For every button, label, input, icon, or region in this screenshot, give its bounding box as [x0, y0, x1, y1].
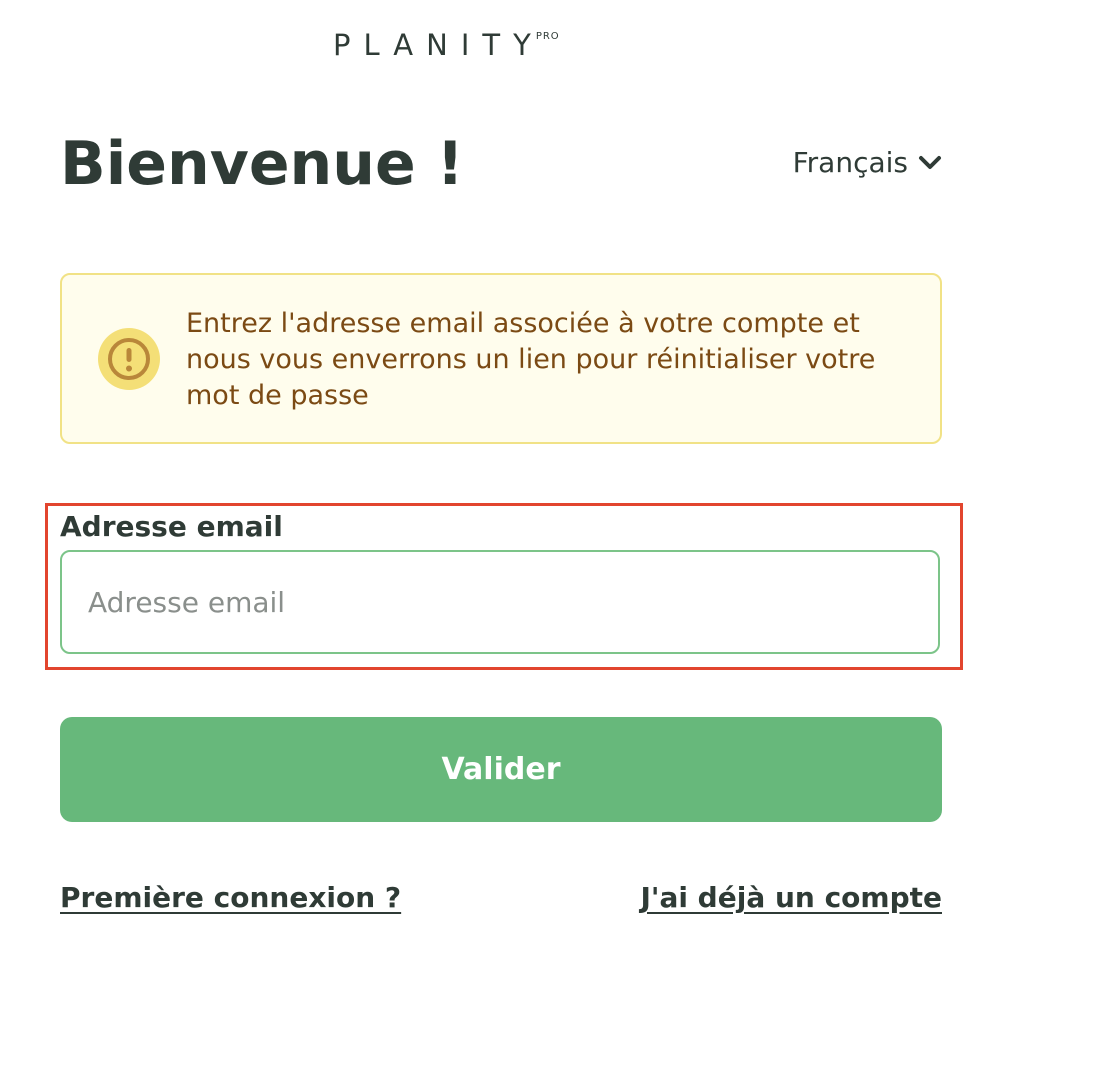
language-label: Français — [792, 146, 908, 179]
info-notice: Entrez l'adresse email associée à votre … — [60, 273, 942, 444]
page-title: Bienvenue ! — [60, 129, 464, 199]
submit-button[interactable]: Valider — [60, 717, 942, 822]
logo-pro-badge: PRO — [535, 31, 560, 42]
notice-text: Entrez l'adresse email associée à votre … — [186, 308, 876, 411]
language-selector[interactable]: Français — [793, 144, 942, 182]
email-field[interactable] — [60, 550, 940, 654]
first-login-link[interactable]: Première connexion ? — [60, 878, 401, 918]
exclamation-circle-icon — [97, 327, 161, 395]
chevron-down-icon — [918, 155, 942, 171]
email-label: Adresse email — [60, 510, 283, 543]
have-account-link[interactable]: J'ai déjà un compte — [640, 878, 942, 918]
planity-logo: PLANITY PRO — [333, 28, 560, 62]
logo-wordmark: PLANITY — [333, 28, 544, 62]
password-reset-page: PLANITY PRO Bienvenue ! Français Entrez … — [0, 0, 1102, 1070]
